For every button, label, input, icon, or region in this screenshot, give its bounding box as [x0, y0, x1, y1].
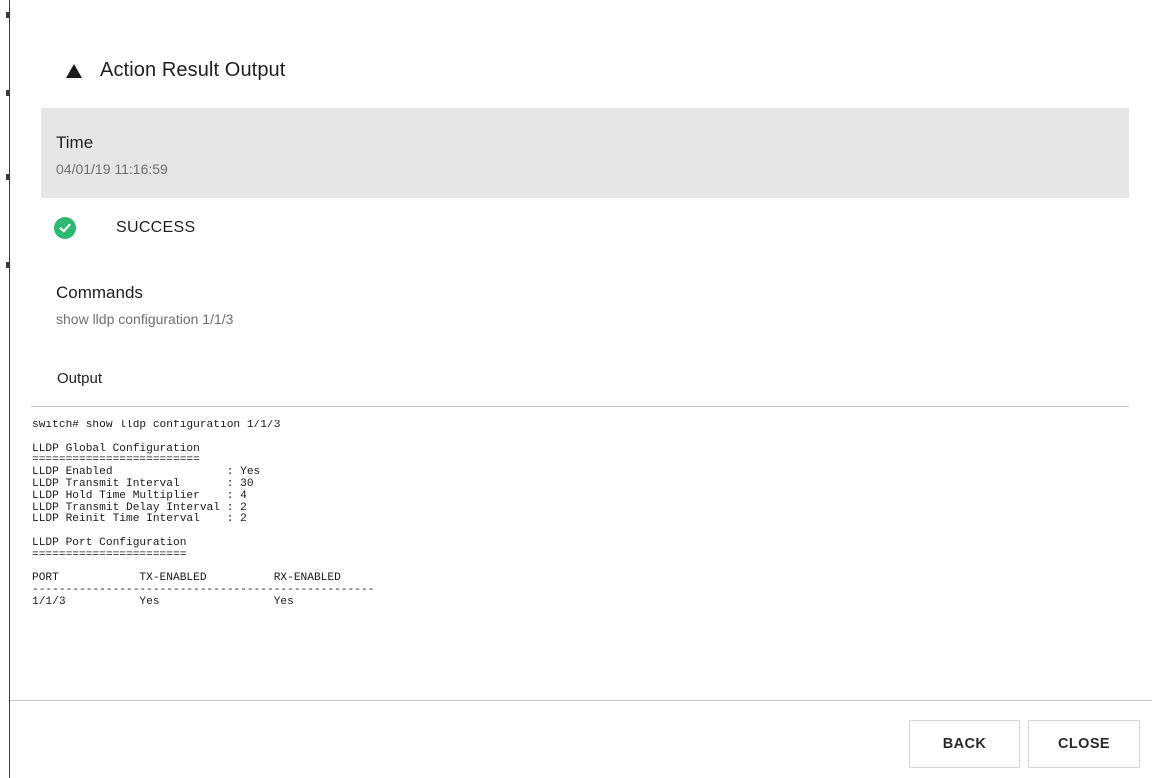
border-tick — [6, 90, 9, 96]
section-title: Action Result Output — [100, 58, 286, 81]
checkmark-icon — [59, 223, 71, 233]
action-result-dialog: Action Result Output Time 04/01/19 11:16… — [0, 0, 1152, 778]
output-label: Output — [57, 370, 103, 387]
footer-divider — [10, 700, 1152, 701]
commands-label: Commands — [56, 283, 143, 302]
time-label: Time — [56, 133, 94, 152]
close-button[interactable]: CLOSE — [1028, 720, 1140, 768]
back-button[interactable]: BACK — [909, 720, 1020, 768]
border-tick — [6, 174, 9, 180]
command-output: switch# show lldp configuration 1/1/3 LL… — [32, 420, 375, 608]
section-header[interactable]: Action Result Output — [66, 56, 285, 84]
output-divider — [31, 406, 1129, 407]
left-border — [9, 0, 10, 778]
triangle-up-icon[interactable] — [66, 63, 82, 78]
commands-value: show lldp configuration 1/1/3 — [56, 311, 234, 327]
status-row: SUCCESS — [54, 214, 195, 242]
border-tick — [6, 262, 9, 268]
time-value: 04/01/19 11:16:59 — [56, 161, 168, 177]
check-circle-icon — [54, 217, 76, 239]
border-tick — [6, 12, 9, 18]
time-panel: Time 04/01/19 11:16:59 — [41, 108, 1129, 198]
status-text: SUCCESS — [116, 219, 196, 236]
